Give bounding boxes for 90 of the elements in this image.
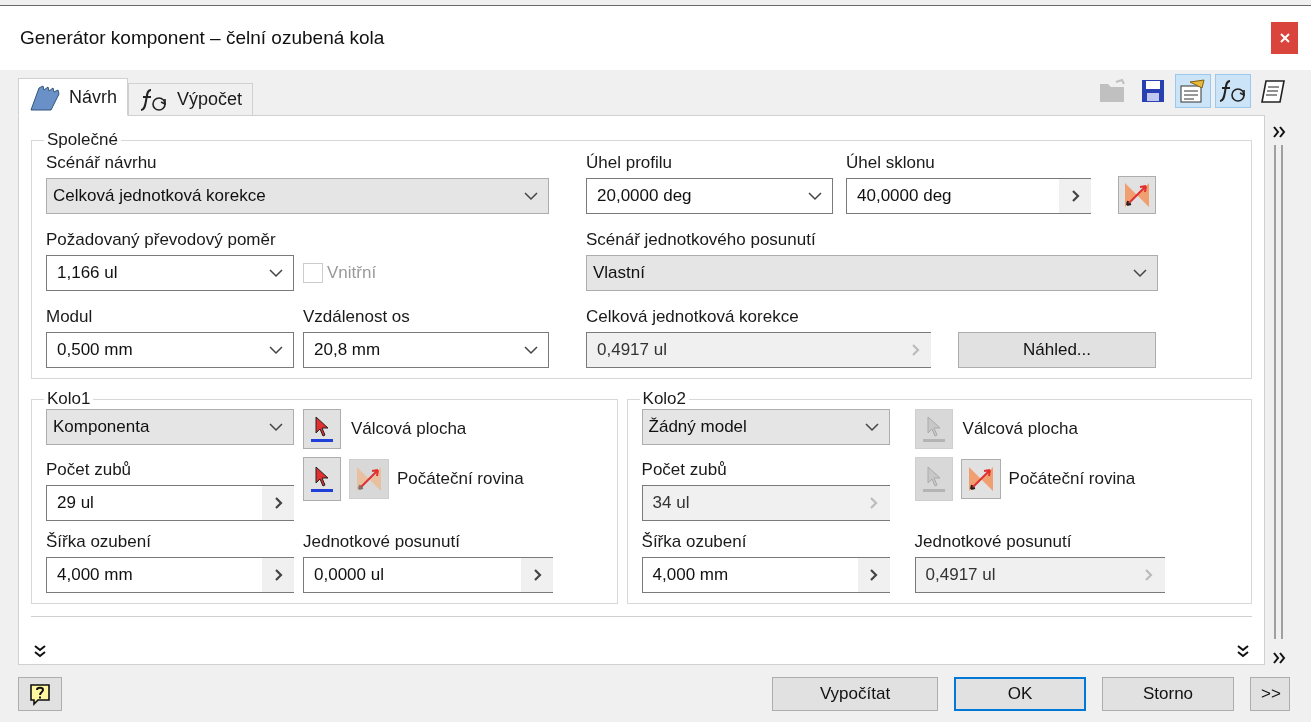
step-button[interactable] bbox=[521, 558, 553, 592]
toolbar-button[interactable] bbox=[1215, 74, 1251, 108]
chevron-down-icon bbox=[269, 268, 283, 278]
dialog-button[interactable]: >> bbox=[1250, 676, 1290, 711]
chevron-right-icon bbox=[869, 568, 879, 582]
field-label: Úhel sklonu bbox=[846, 152, 936, 174]
number-field[interactable]: 29 ul bbox=[46, 485, 294, 521]
cursor-arrow-icon bbox=[310, 465, 334, 493]
field-label: Vzdálenost os bbox=[303, 306, 411, 328]
tab[interactable]: Výpočet bbox=[128, 83, 254, 116]
properties-icon bbox=[1178, 78, 1208, 104]
dropdown[interactable]: Vlastní bbox=[586, 255, 1158, 291]
flip-plane-icon bbox=[354, 464, 384, 494]
pick-label: Počáteční rovina bbox=[1008, 469, 1136, 489]
dialog-button[interactable]: Storno bbox=[1102, 676, 1234, 711]
pick-button[interactable] bbox=[303, 409, 341, 449]
double-chevron-right-icon[interactable] bbox=[1271, 651, 1286, 665]
chevron-down-icon bbox=[1133, 268, 1147, 278]
help-icon bbox=[28, 681, 52, 706]
chevron-down-icon bbox=[524, 345, 538, 355]
chevron-right-icon bbox=[1070, 189, 1080, 203]
chevron-right-icon bbox=[532, 568, 542, 582]
step-button[interactable] bbox=[1059, 179, 1091, 213]
field-label: Počet zubů bbox=[641, 459, 728, 481]
notepad-icon bbox=[1259, 78, 1287, 104]
close-icon bbox=[1279, 33, 1290, 43]
step-button[interactable] bbox=[262, 486, 294, 520]
number-field[interactable]: 0,0000 ul bbox=[303, 557, 553, 593]
dropdown[interactable]: 1,166 ul bbox=[46, 255, 294, 291]
cursor-arrow-icon bbox=[310, 415, 334, 443]
pick-label: Válcová plocha bbox=[962, 419, 1078, 439]
double-chevron-right-icon[interactable] bbox=[1271, 125, 1286, 139]
preview-button[interactable]: Náhled... bbox=[958, 332, 1156, 368]
field-label: Modul bbox=[46, 306, 94, 328]
chevron-down-icon bbox=[269, 345, 283, 355]
gear-tooth-icon bbox=[29, 82, 61, 112]
cursor-arrow-icon bbox=[921, 465, 946, 493]
chevron-down-icon bbox=[808, 191, 822, 201]
field-label: Šířka ozubení bbox=[641, 531, 748, 553]
chevron-down-icon bbox=[269, 422, 283, 432]
field-label: Celková jednotková korekce bbox=[586, 306, 800, 328]
group-title: Kolo2 bbox=[641, 389, 688, 409]
field-label: Úhel profilu bbox=[586, 152, 673, 174]
number-field[interactable]: 4,000 mm bbox=[46, 557, 294, 593]
help-button[interactable] bbox=[18, 676, 62, 711]
dropdown[interactable]: 20,0000 deg bbox=[586, 178, 833, 214]
flip-plane-icon bbox=[1122, 180, 1152, 210]
step-button[interactable] bbox=[857, 558, 890, 592]
step-button[interactable] bbox=[262, 558, 294, 592]
field-label: Požadovaný převodový poměr bbox=[46, 229, 277, 251]
chevron-down-icon bbox=[864, 422, 879, 432]
chevron-down-icon bbox=[524, 191, 538, 201]
dropdown[interactable]: Celková jednotková korekce bbox=[46, 178, 549, 214]
flip-button[interactable] bbox=[349, 459, 389, 499]
field-label: Scénář návrhu bbox=[46, 152, 158, 174]
chevron-right-icon bbox=[273, 568, 283, 582]
pick-button[interactable] bbox=[303, 457, 341, 501]
field-label: Jednotkové posunutí bbox=[914, 531, 1073, 553]
double-chevron-down-icon[interactable] bbox=[1236, 644, 1250, 658]
formula-icon bbox=[139, 86, 169, 113]
tab[interactable]: Návrh bbox=[18, 78, 128, 116]
number-field[interactable]: 40,0000 deg bbox=[846, 178, 1091, 214]
window-title: Generátor komponent – čelní ozubená kola bbox=[20, 27, 385, 49]
pick-label: Válcová plocha bbox=[351, 419, 467, 439]
number-field[interactable]: 4,000 mm bbox=[641, 557, 890, 593]
dropdown[interactable]: Žádný model bbox=[641, 409, 890, 445]
group-title: Společné bbox=[46, 130, 119, 150]
checkbox-label: Vnitřní bbox=[327, 263, 377, 283]
folder-icon bbox=[1098, 78, 1128, 104]
formula-icon bbox=[1218, 78, 1248, 104]
group-title: Kolo1 bbox=[46, 389, 92, 409]
dialog-button[interactable]: Vypočítat bbox=[772, 676, 938, 711]
flip-button[interactable] bbox=[960, 459, 1001, 499]
field-label: Šířka ozubení bbox=[46, 531, 152, 553]
dropdown[interactable]: 20,8 mm bbox=[303, 332, 549, 368]
dialog-button[interactable]: OK bbox=[954, 676, 1086, 711]
chevron-right-icon bbox=[910, 343, 920, 357]
flip-button[interactable] bbox=[1118, 176, 1156, 214]
dropdown[interactable]: 0,500 mm bbox=[46, 332, 294, 368]
chevron-right-icon bbox=[869, 496, 879, 510]
chevron-right-icon bbox=[1144, 568, 1154, 582]
cursor-arrow-icon bbox=[921, 415, 946, 443]
chevron-right-icon bbox=[273, 496, 283, 510]
field-label: Scénář jednotkového posunutí bbox=[586, 229, 817, 251]
pick-label: Počáteční rovina bbox=[397, 469, 524, 489]
close-button[interactable] bbox=[1271, 22, 1298, 54]
field-label: Počet zubů bbox=[46, 459, 133, 481]
dropdown[interactable]: Komponenta bbox=[46, 409, 294, 445]
field-label: Jednotkové posunutí bbox=[303, 531, 461, 553]
double-chevron-down-icon[interactable] bbox=[33, 644, 47, 658]
